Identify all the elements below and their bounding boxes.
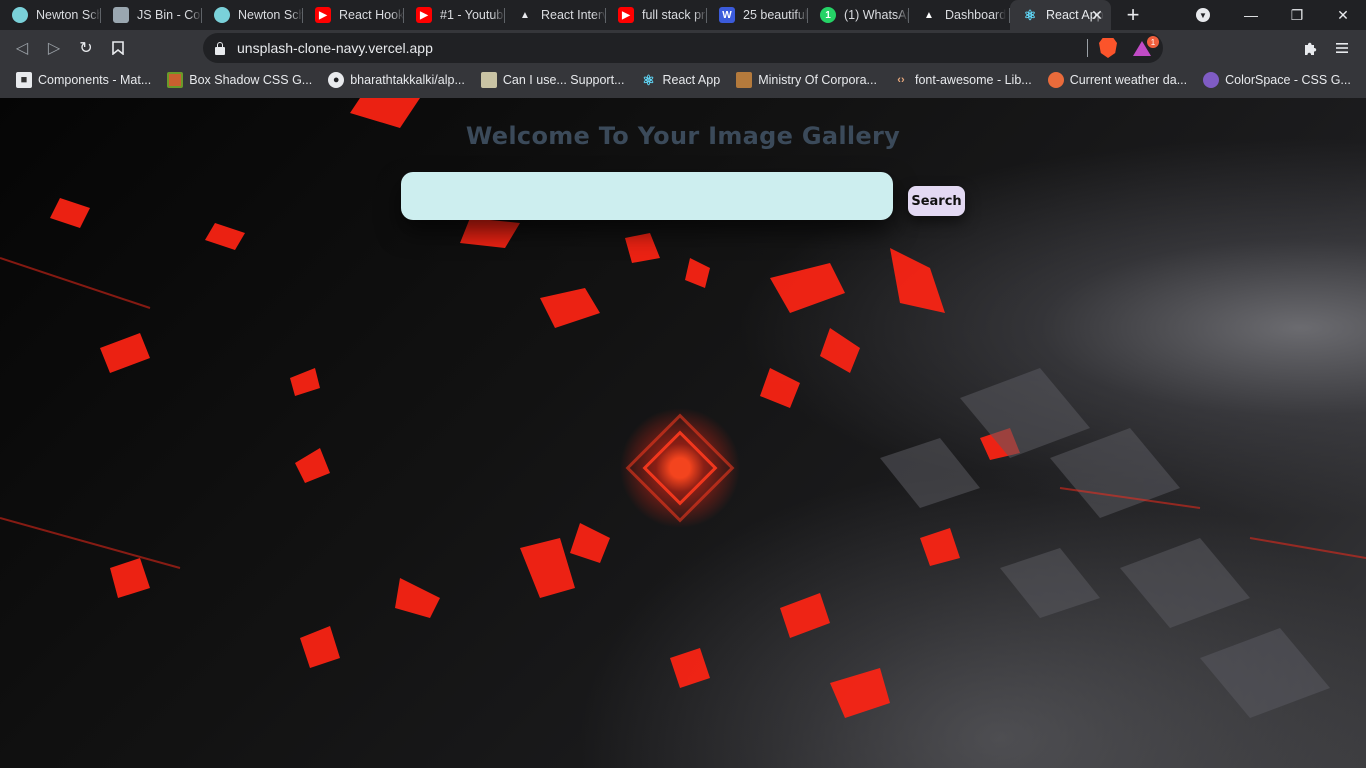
bookmark-label: Box Shadow CSS G... xyxy=(189,73,313,87)
back-button[interactable]: ◁ xyxy=(6,32,38,64)
tab-title: full stack project xyxy=(642,8,707,22)
tab-title: React Interview xyxy=(541,8,606,22)
bookmark-caniuse[interactable]: Can I use... Support... xyxy=(473,68,633,92)
tab-list: Newton School JS Bin - Collaborative Jav… xyxy=(0,0,1118,30)
new-tab-button[interactable]: + xyxy=(1118,0,1148,30)
extensions-button[interactable] xyxy=(1294,32,1326,64)
page-title: Welcome To Your Image Gallery xyxy=(465,122,901,150)
whatsapp-icon: 1 xyxy=(820,7,836,23)
bookmark-react-app[interactable]: ⚛ React App xyxy=(633,68,729,92)
tab-25-beautiful[interactable]: W 25 beautiful xyxy=(707,0,808,30)
puzzle-icon xyxy=(1304,42,1316,55)
tab-strip: Newton School JS Bin - Collaborative Jav… xyxy=(0,0,1366,30)
close-window-button[interactable]: ✕ xyxy=(1320,0,1366,30)
close-tab-icon[interactable]: ✕ xyxy=(1089,7,1105,23)
tab-title: 25 beautiful xyxy=(743,8,808,22)
search-button[interactable]: Search xyxy=(908,186,965,216)
bookmark-ministry[interactable]: Ministry Of Corpora... xyxy=(728,68,885,92)
mountain-icon: ▲ xyxy=(520,9,530,21)
lock-icon xyxy=(215,41,227,55)
tab-newton-school[interactable]: Newton School xyxy=(0,0,101,30)
bookmark-label: font-awesome - Lib... xyxy=(914,73,1032,87)
bookmark-label: Components - Mat... xyxy=(38,73,152,87)
tab-react-hooks[interactable]: ▶ React Hooks xyxy=(303,0,404,30)
brave-rewards-icon[interactable]: 1 xyxy=(1133,36,1159,58)
react-icon: ⚛ xyxy=(642,71,655,88)
brave-shields-icon[interactable] xyxy=(1099,38,1117,58)
toolbar-right xyxy=(1288,32,1358,64)
tab-whatsapp[interactable]: 1 (1) WhatsApp xyxy=(808,0,909,30)
tab-react-interview[interactable]: ▲ React Interview xyxy=(505,0,606,30)
reload-button[interactable]: ↻ xyxy=(70,32,102,64)
bookmark-weather[interactable]: Current weather da... xyxy=(1040,68,1195,92)
caniuse-icon xyxy=(480,72,497,88)
tab-title: Newton School xyxy=(36,8,101,22)
bookmark-label: bharathtakkalki/alp... xyxy=(350,73,465,87)
bookmark-label: React App xyxy=(662,73,721,87)
bookmark-label: ColorSpace - CSS G... xyxy=(1225,73,1351,87)
page-viewport: Welcome To Your Image Gallery Search xyxy=(0,98,1366,768)
tab-full-stack[interactable]: ▶ full stack project xyxy=(606,0,707,30)
w-icon: W xyxy=(719,7,735,23)
bookmark-font-awesome[interactable]: ‹› font-awesome - Lib... xyxy=(885,68,1040,92)
restore-button[interactable]: ❐ xyxy=(1274,0,1320,30)
triangle-icon: ▲ xyxy=(924,9,934,21)
colorspace-icon xyxy=(1203,72,1220,88)
youtube-icon: ▶ xyxy=(416,7,432,23)
newton-school-icon xyxy=(12,7,28,23)
bookmark-label: Current weather da... xyxy=(1069,73,1188,87)
address-bar[interactable]: unsplash-clone-navy.vercel.app 1 xyxy=(203,33,1163,63)
components-icon: ■ xyxy=(16,72,32,88)
rewards-badge: 1 xyxy=(1147,36,1159,48)
code-icon: ‹› xyxy=(897,74,905,86)
tab-newton-school-2[interactable]: Newton School xyxy=(202,0,303,30)
tab-youtube[interactable]: ▶ #1 - Youtube xyxy=(404,0,505,30)
forward-button[interactable]: ▷ xyxy=(38,32,70,64)
github-icon: ● xyxy=(328,72,345,88)
jsbin-icon xyxy=(113,7,129,23)
tab-jsbin[interactable]: JS Bin - Collaborative JavaScript Debugg… xyxy=(101,0,202,30)
tab-dashboard[interactable]: ▲ Dashboard xyxy=(909,0,1010,30)
bookmark-page-button[interactable] xyxy=(102,32,134,64)
hamburger-icon xyxy=(1336,43,1348,53)
bookmark-label: Ministry Of Corpora... xyxy=(758,73,877,87)
tab-title: Dashboard xyxy=(945,8,1007,22)
tab-react-app-active[interactable]: ⚛ React App ✕ xyxy=(1010,0,1111,30)
tab-search-button[interactable]: ▼ xyxy=(1188,0,1218,30)
box-shadow-icon xyxy=(167,72,184,88)
address-url[interactable]: unsplash-clone-navy.vercel.app xyxy=(237,40,433,56)
weather-icon xyxy=(1047,72,1064,88)
bookmark-github[interactable]: ● bharathtakkalki/alp... xyxy=(320,68,473,92)
newton-school-icon xyxy=(214,7,230,23)
react-icon: ⚛ xyxy=(1023,6,1037,23)
browser-toolbar: ◁ ▷ ↻ unsplash-clone-navy.vercel.app 1 xyxy=(0,30,1366,66)
tab-title: #1 - Youtube xyxy=(440,8,505,22)
youtube-icon: ▶ xyxy=(315,7,331,23)
ministry-icon xyxy=(736,72,753,88)
tab-title: React Hooks xyxy=(339,8,404,22)
bookmark-box-shadow[interactable]: Box Shadow CSS G... xyxy=(159,68,320,92)
separator xyxy=(1087,39,1088,57)
youtube-icon: ▶ xyxy=(618,7,634,23)
tab-title: (1) WhatsApp xyxy=(844,8,909,22)
omnibox-actions: 1 xyxy=(1087,33,1163,63)
bookmark-icon xyxy=(112,41,124,55)
chevron-down-icon: ▼ xyxy=(1196,8,1210,22)
search-input[interactable] xyxy=(401,172,893,220)
minimize-button[interactable]: — xyxy=(1228,0,1274,30)
menu-button[interactable] xyxy=(1326,32,1358,64)
tab-title: Newton School xyxy=(238,8,303,22)
window-controls: ▼ — ❐ ✕ xyxy=(1188,0,1366,30)
bookmark-components[interactable]: ■ Components - Mat... xyxy=(8,68,159,92)
bookmarks-bar: ■ Components - Mat... Box Shadow CSS G...… xyxy=(0,66,1366,94)
tab-title: JS Bin - Collaborative JavaScript Debugg… xyxy=(137,8,202,22)
bookmark-colorspace[interactable]: ColorSpace - CSS G... xyxy=(1195,68,1359,92)
bookmark-label: Can I use... Support... xyxy=(502,73,625,87)
